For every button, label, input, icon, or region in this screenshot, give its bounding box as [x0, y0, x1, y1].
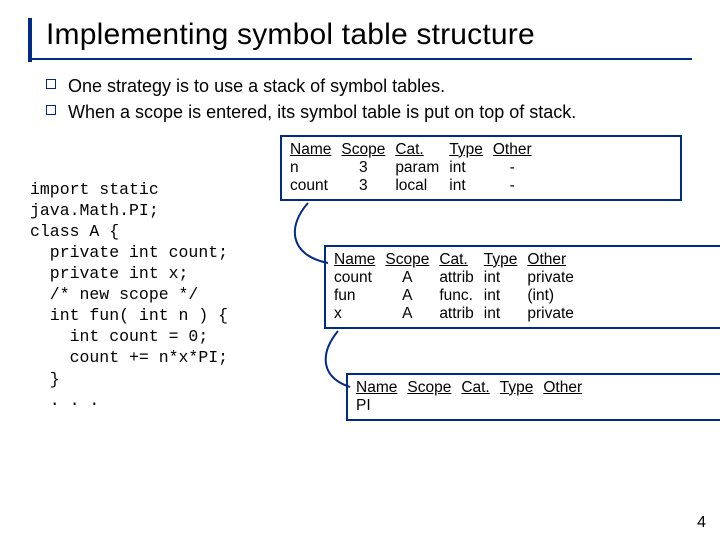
col-header: Other — [527, 251, 566, 268]
cell: local — [395, 177, 449, 195]
col-header: Cat. — [439, 251, 467, 268]
col-header: Scope — [341, 141, 385, 158]
col-header: Scope — [407, 379, 451, 396]
cell: (int) — [527, 287, 584, 305]
col-header: Type — [484, 251, 518, 268]
cell: PI — [356, 397, 407, 415]
bullet-item: When a scope is entered, its symbol tabl… — [46, 100, 692, 124]
col-header: Scope — [385, 251, 429, 268]
slide: Implementing symbol table structure One … — [0, 0, 720, 540]
cell: private — [527, 305, 584, 323]
col-header: Name — [334, 251, 375, 268]
col-header: Other — [493, 141, 532, 158]
cell: A — [385, 269, 439, 287]
cell: int — [449, 177, 493, 195]
symbol-table-scope3: Name Scope Cat. Type Other n 3 param int… — [280, 135, 682, 201]
bullet-item: One strategy is to use a stack of symbol… — [46, 74, 692, 98]
cell: param — [395, 159, 449, 177]
col-header: Name — [290, 141, 331, 158]
cell: A — [385, 287, 439, 305]
cell: func. — [439, 287, 483, 305]
page-number: 4 — [697, 514, 706, 532]
cell: private — [527, 269, 584, 287]
col-header: Name — [356, 379, 397, 396]
col-header: Type — [449, 141, 483, 158]
cell: fun — [334, 287, 385, 305]
symbol-table-classA: Name Scope Cat. Type Other count A attri… — [324, 245, 720, 329]
cell: int — [484, 287, 528, 305]
slide-title: Implementing symbol table structure — [36, 18, 692, 52]
cell: int — [484, 269, 528, 287]
bullet-list: One strategy is to use a stack of symbol… — [46, 74, 692, 125]
cell: count — [334, 269, 385, 287]
cell: A — [385, 305, 439, 323]
col-header: Cat. — [395, 141, 423, 158]
cell: x — [334, 305, 385, 323]
cell: attrib — [439, 269, 483, 287]
cell: int — [484, 305, 528, 323]
cell: 3 — [341, 177, 395, 195]
col-header: Type — [500, 379, 534, 396]
cell: - — [493, 159, 542, 177]
cell: 3 — [341, 159, 395, 177]
title-accent-bar — [28, 18, 32, 62]
cell: n — [290, 159, 341, 177]
cell: count — [290, 177, 341, 195]
symbol-table-global: Name Scope Cat. Type Other PI — [346, 373, 720, 421]
col-header: Other — [543, 379, 582, 396]
cell: - — [493, 177, 542, 195]
title-underline — [28, 58, 692, 60]
cell: int — [449, 159, 493, 177]
cell: attrib — [439, 305, 483, 323]
col-header: Cat. — [461, 379, 489, 396]
code-block: import static java.Math.PI; class A { pr… — [30, 179, 228, 411]
